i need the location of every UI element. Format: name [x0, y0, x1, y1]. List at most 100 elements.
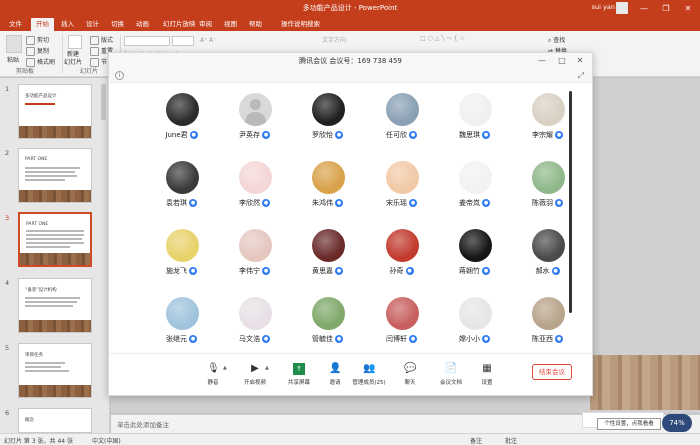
- avatar[interactable]: [459, 297, 492, 330]
- avatar[interactable]: [239, 229, 272, 262]
- avatar[interactable]: [166, 161, 199, 194]
- participant-tile[interactable]: 闫博轩 ●: [365, 287, 438, 353]
- participant-tile[interactable]: 姜帝岚 ●: [438, 151, 511, 217]
- tab-review[interactable]: 审阅: [194, 18, 217, 31]
- user-name[interactable]: sui yan: [592, 3, 615, 11]
- new-slide-button[interactable]: 新建 幻灯片: [64, 51, 82, 67]
- settings-button[interactable]: ▦ 设置: [467, 363, 507, 386]
- avatar[interactable]: [532, 229, 565, 262]
- participant-tile[interactable]: 黄思嘉 ●: [291, 219, 364, 285]
- text-direction-button[interactable]: 文字方向: [322, 35, 346, 44]
- user-avatar[interactable]: [616, 2, 628, 14]
- new-slide-icon[interactable]: [68, 35, 82, 49]
- participant-tile[interactable]: 李欣然 ●: [218, 151, 291, 217]
- avatar[interactable]: [239, 93, 272, 126]
- maximize-button[interactable]: ❐: [656, 0, 676, 17]
- info-icon[interactable]: i: [115, 71, 124, 80]
- notes-toggle[interactable]: 备注: [470, 436, 482, 445]
- slide-thumbnail[interactable]: PART ONE: [18, 148, 92, 203]
- participant-tile[interactable]: 李伟宁 ●: [218, 219, 291, 285]
- participant-tile[interactable]: 陈薇羽 ●: [511, 151, 584, 217]
- participant-tile[interactable]: 马文浩 ●: [218, 287, 291, 353]
- participant-tile[interactable]: 嫦小小 ●: [438, 287, 511, 353]
- participant-tile[interactable]: 管毓佳 ●: [291, 287, 364, 353]
- copy-button[interactable]: 复制: [26, 46, 49, 56]
- meeting-docs-button[interactable]: 📄 会议文档: [431, 363, 471, 386]
- participant-tile[interactable]: 陈亚西 ●: [511, 287, 584, 353]
- cut-button[interactable]: 剪切: [26, 35, 49, 45]
- font-size-buttons[interactable]: A⁺ A⁻: [200, 37, 216, 44]
- avatar[interactable]: [386, 93, 419, 126]
- participant-tile[interactable]: 魏思琪 ●: [438, 83, 511, 149]
- avatar[interactable]: [459, 93, 492, 126]
- participant-tile[interactable]: 李宗耀 ●: [511, 83, 584, 149]
- slide-thumbnail[interactable]: 概念: [18, 408, 92, 433]
- avatar[interactable]: [532, 93, 565, 126]
- avatar[interactable]: [386, 229, 419, 262]
- paste-icon[interactable]: [6, 35, 22, 53]
- avatar[interactable]: [386, 161, 419, 194]
- tab-help[interactable]: 帮助: [244, 18, 267, 31]
- font-name-box[interactable]: [124, 36, 170, 46]
- participant-tile[interactable]: 张继元 ●: [145, 287, 218, 353]
- tab-insert[interactable]: 插入: [56, 18, 79, 31]
- minimize-button[interactable]: —: [634, 0, 654, 17]
- minimize-icon[interactable]: —: [536, 55, 548, 67]
- participant-tile[interactable]: 尹英存 ●: [218, 83, 291, 149]
- avatar[interactable]: [532, 161, 565, 194]
- avatar[interactable]: [532, 297, 565, 330]
- slide-thumbnail[interactable]: 项目任务: [18, 343, 92, 398]
- participant-tile[interactable]: 孙奇 ●: [365, 219, 438, 285]
- paste-button[interactable]: 粘贴: [7, 55, 19, 64]
- tab-home[interactable]: 开始: [31, 18, 54, 31]
- layout-button[interactable]: 版式: [90, 35, 113, 45]
- avatar[interactable]: [386, 297, 419, 330]
- participant-tile[interactable]: 袁若琪 ●: [145, 151, 218, 217]
- comments-toggle[interactable]: 批注: [505, 436, 517, 445]
- chevron-up-icon[interactable]: ▲: [265, 365, 269, 371]
- fullscreen-icon[interactable]: ⤢: [578, 71, 584, 81]
- participant-tile[interactable]: 施龙飞 ●: [145, 219, 218, 285]
- thumbnail-scrollbar[interactable]: [101, 84, 106, 120]
- find-button[interactable]: ⌕ 查找: [548, 35, 565, 45]
- font-size-box[interactable]: [172, 36, 194, 46]
- avatar[interactable]: [312, 229, 345, 262]
- chat-button[interactable]: 💬 聊天: [390, 363, 430, 386]
- avatar[interactable]: [166, 93, 199, 126]
- participant-tile[interactable]: June君 ●: [145, 83, 218, 149]
- participant-tile[interactable]: 朱鸿伟 ●: [291, 151, 364, 217]
- participant-tile[interactable]: 蒋娴竹 ●: [438, 219, 511, 285]
- avatar[interactable]: [312, 93, 345, 126]
- tab-design[interactable]: 设计: [81, 18, 104, 31]
- share-screen-button[interactable]: ↑ 共享屏幕: [279, 363, 319, 386]
- manage-members-button[interactable]: 👥 管理成员(25): [349, 363, 389, 386]
- avatar[interactable]: [312, 297, 345, 330]
- maximize-icon[interactable]: □: [556, 55, 568, 67]
- avatar[interactable]: [459, 161, 492, 194]
- avatar[interactable]: [459, 229, 492, 262]
- avatar[interactable]: [312, 161, 345, 194]
- tell-me-search[interactable]: 操作说明搜索: [276, 18, 325, 31]
- participant-tile[interactable]: 罗欣怡 ●: [291, 83, 364, 149]
- tab-animations[interactable]: 动画: [131, 18, 154, 31]
- video-button[interactable]: ▶ ▲ 开启视频: [235, 363, 275, 386]
- shapes-gallery[interactable]: □ ○ △ ╲ ⇨ { ☆: [420, 35, 465, 42]
- close-icon[interactable]: ✕: [574, 55, 586, 67]
- tab-view[interactable]: 视图: [219, 18, 242, 31]
- slide-thumbnail[interactable]: “备装”设计机构: [18, 278, 92, 333]
- tab-transitions[interactable]: 切换: [106, 18, 129, 31]
- end-meeting-button[interactable]: 结束会议: [532, 364, 572, 380]
- chevron-up-icon[interactable]: ▲: [223, 365, 227, 371]
- participant-tile[interactable]: 任可欣 ●: [365, 83, 438, 149]
- avatar[interactable]: [166, 297, 199, 330]
- zoom-level-badge[interactable]: 74%: [662, 414, 692, 432]
- avatar[interactable]: [239, 161, 272, 194]
- participant-tile[interactable]: 郝水 ●: [511, 219, 584, 285]
- avatar[interactable]: [166, 229, 199, 262]
- participant-tile[interactable]: 宋乐瑶 ●: [365, 151, 438, 217]
- avatar[interactable]: [239, 297, 272, 330]
- slide-thumbnail-selected[interactable]: PART ONE: [18, 212, 92, 267]
- mute-button[interactable]: 🎙 ▲ 静音: [193, 363, 233, 386]
- language-indicator[interactable]: 中文(中国): [92, 436, 121, 445]
- close-button[interactable]: ✕: [678, 0, 698, 17]
